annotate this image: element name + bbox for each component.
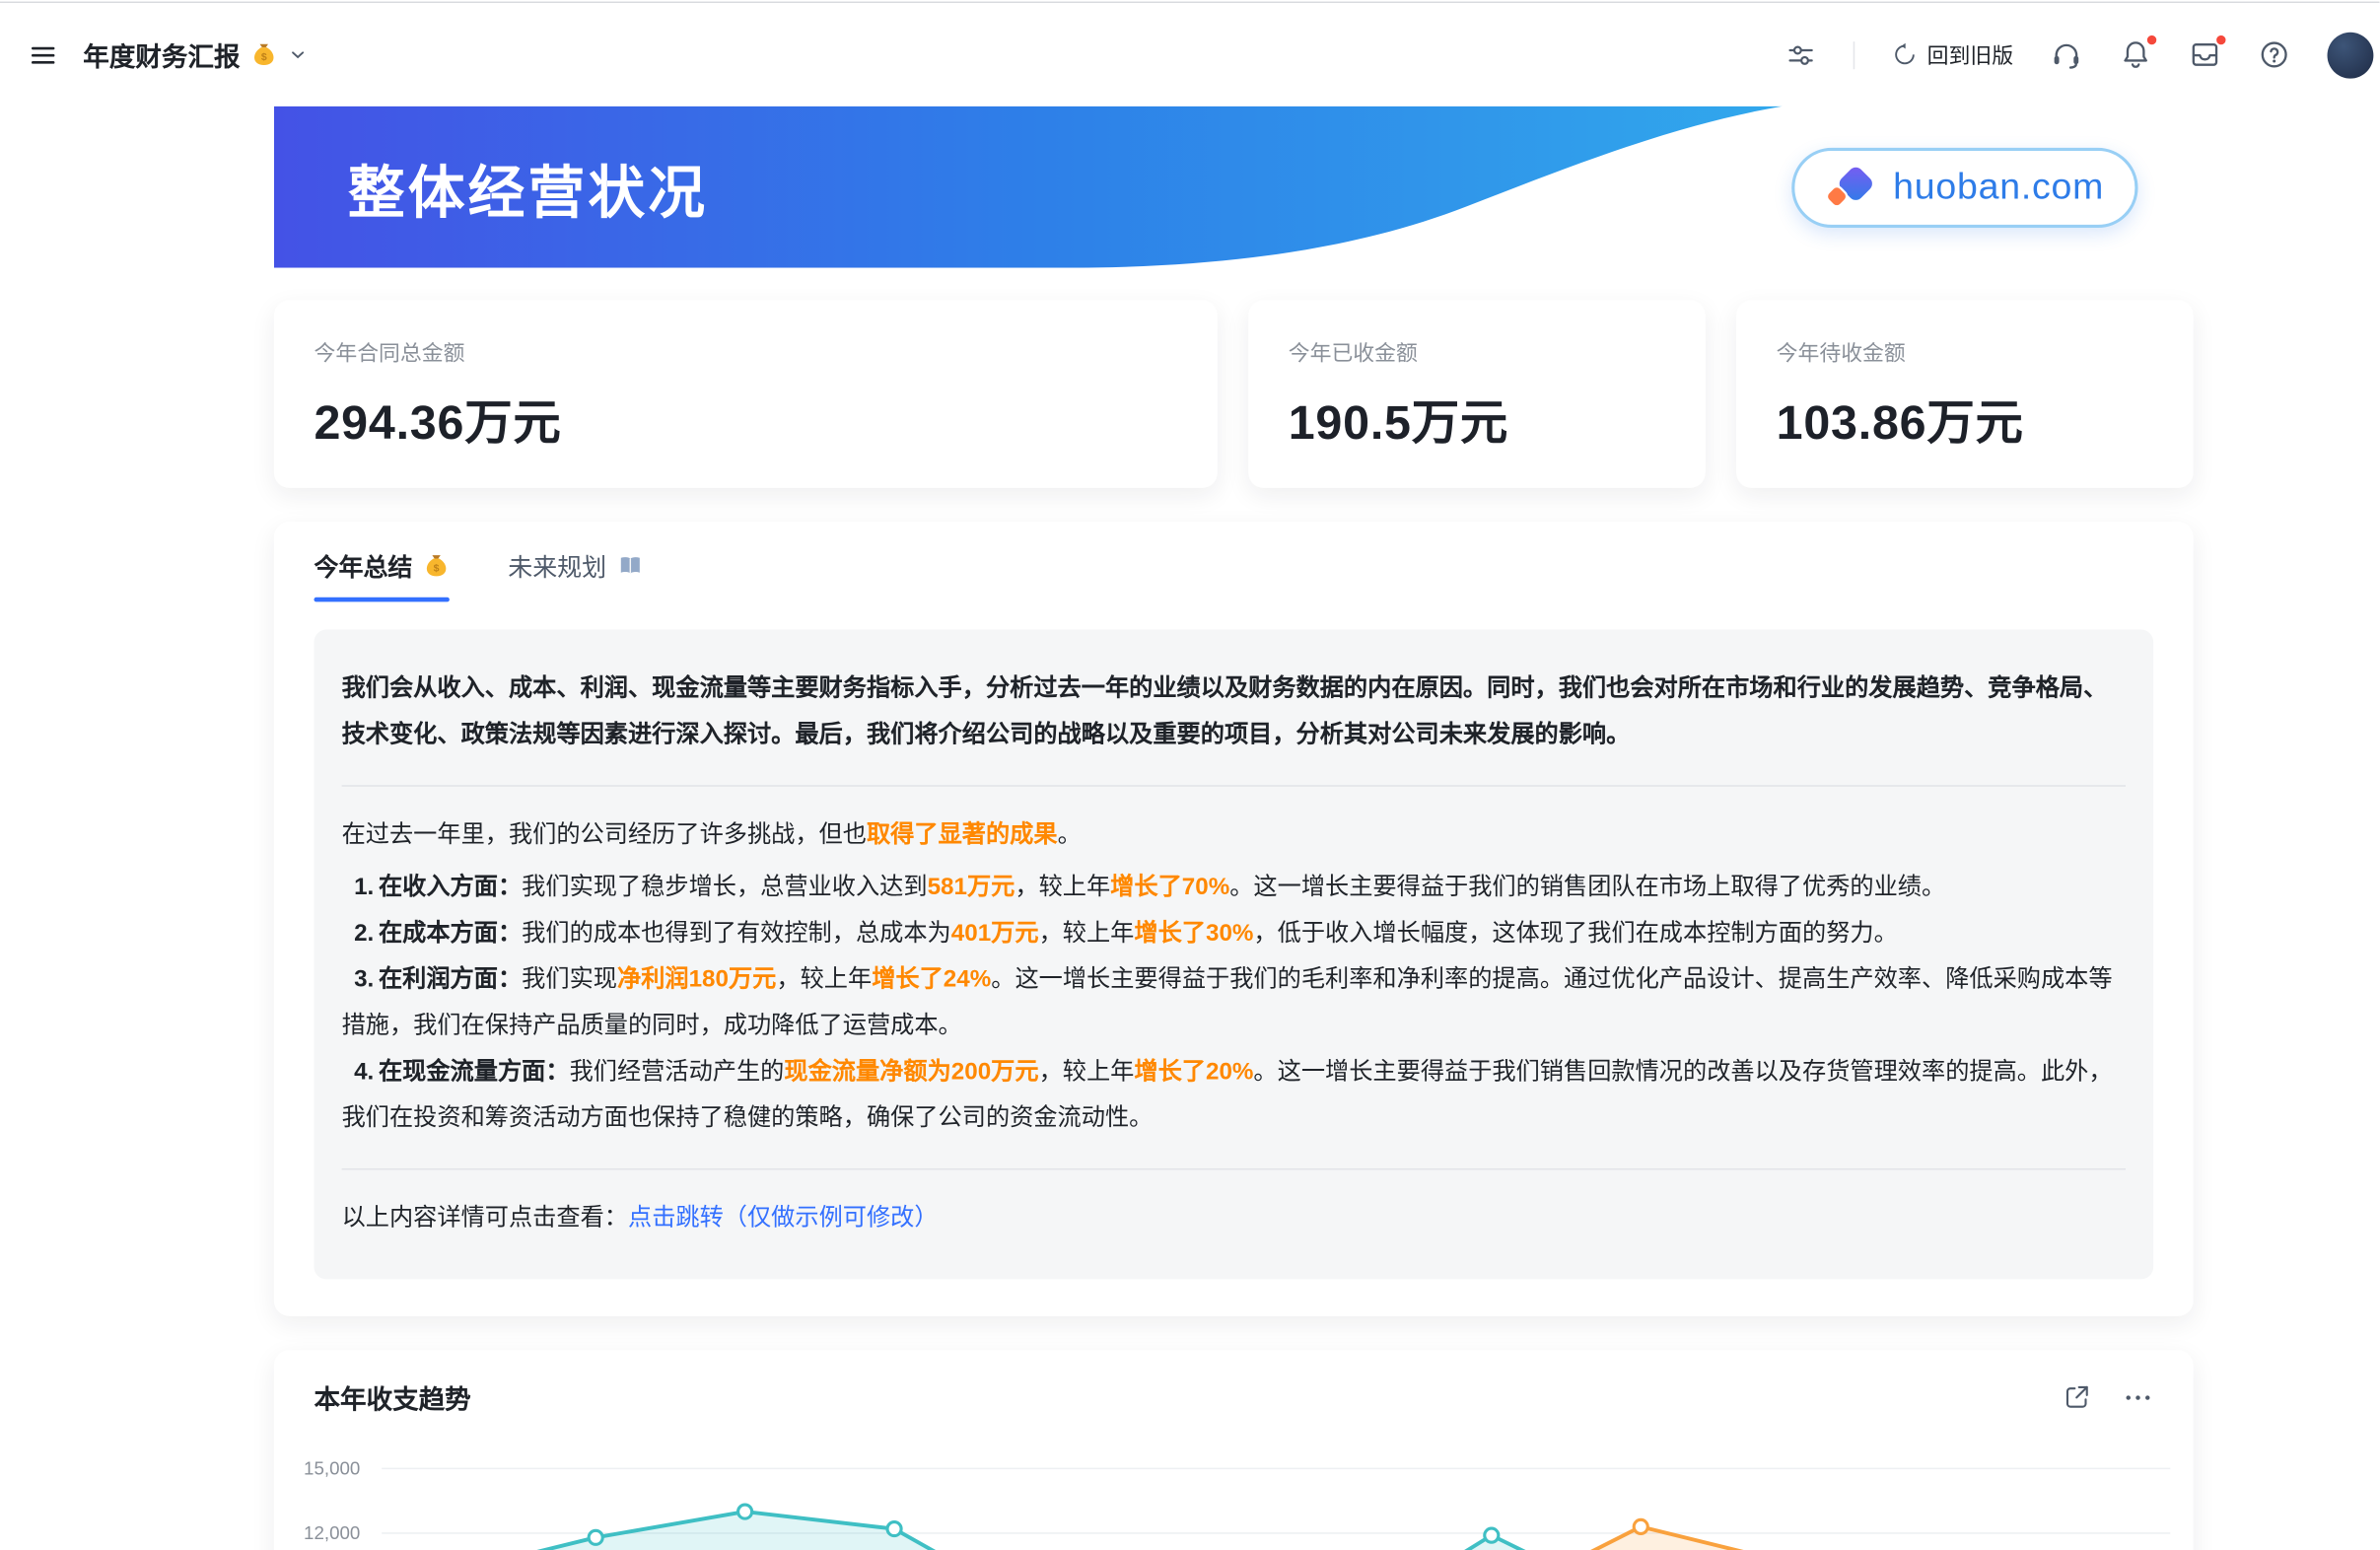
huoban-logo-mark-icon (1825, 163, 1877, 212)
ellipsis-icon (2123, 1381, 2153, 1412)
top-navbar: 年度财务汇报 $ 回到旧版 (0, 3, 2380, 106)
divider (342, 785, 2126, 787)
highlight-text: 增长了24% (872, 966, 991, 993)
main-content: 整体经营状况 huoban.com 今年合同总金额 294.36万元 (274, 106, 2194, 1550)
notification-dot (2215, 34, 2227, 45)
inbox-button[interactable] (2189, 38, 2221, 71)
highlight-text: 现金流量净额为200万元 (784, 1059, 1038, 1086)
hamburger-menu-button[interactable] (28, 39, 58, 70)
summary-list-item: 2.在成本方面：我们的成本也得到了有效控制，总成本为401万元，较上年增长了30… (342, 911, 2126, 957)
notifications-button[interactable] (2120, 38, 2152, 71)
summary-lead: 在过去一年里，我们的公司经历了许多挑战，但也取得了显著的成果。 (342, 812, 2126, 859)
sliders-icon (1785, 39, 1816, 70)
summary-list-item: 3.在利润方面：我们实现净利润180万元，较上年增长了24%。这一增长主要得益于… (342, 957, 2126, 1050)
stat-card-pending: 今年待收金额 103.86万元 (1736, 300, 2194, 487)
screenshot-viewport: 年度财务汇报 $ 回到旧版 (0, 0, 2380, 1550)
highlight-text: 取得了显著的成果 (867, 822, 1058, 849)
summary-card: 今年总结 $ 未来规划 (274, 522, 2194, 1316)
notification-dot (2145, 34, 2157, 45)
highlight-text: 401万元 (951, 921, 1039, 948)
headset-icon (2051, 38, 2083, 71)
summary-footer: 以上内容详情可点击查看：点击跳转（仅做示例可修改） (342, 1196, 2126, 1242)
jump-link[interactable]: 点击跳转（仅做示例可修改） (628, 1205, 939, 1232)
stat-cards-row: 今年合同总金额 294.36万元 今年已收金额 190.5万元 今年待收金额 1… (274, 300, 2194, 487)
banner-title: 整体经营状况 (348, 146, 708, 229)
trend-card-actions (2063, 1381, 2153, 1412)
help-button[interactable] (2258, 38, 2290, 71)
summary-list-item: 4.在现金流量方面：我们经营活动产生的现金流量净额为200万元，较上年增长了20… (342, 1050, 2126, 1143)
divider (342, 1168, 2126, 1170)
tab-bar: 今年总结 $ 未来规划 (274, 522, 2194, 601)
stat-value: 190.5万元 (1289, 384, 1665, 453)
stat-card-received: 今年已收金额 190.5万元 (1248, 300, 1706, 487)
history-arrow-icon (1892, 41, 1919, 68)
trend-title: 本年收支趋势 (314, 1377, 470, 1416)
app-window: 年度财务汇报 $ 回到旧版 (0, 0, 2380, 1550)
stat-label: 今年合同总金额 (314, 337, 1177, 368)
highlight-text: 581万元 (928, 875, 1015, 901)
open-book-icon (617, 552, 644, 579)
huoban-logo-text: huoban.com (1893, 166, 2104, 209)
highlight-text: 净利润180万元 (617, 966, 776, 993)
summary-intro: 我们会从收入、成本、利润、现金流量等主要财务指标入手，分析过去一年的业绩以及财务… (342, 667, 2126, 759)
back-to-old-version-button[interactable]: 回到旧版 (1892, 39, 2013, 70)
svg-text:12,000: 12,000 (304, 1522, 360, 1543)
tab-this-year-summary[interactable]: 今年总结 $ (314, 546, 449, 601)
svg-text:$: $ (261, 51, 267, 63)
stat-value: 294.36万元 (314, 384, 1177, 453)
money-bag-icon: $ (423, 552, 450, 579)
summary-list-item: 1.在收入方面：我们实现了稳步增长，总营业收入达到581万元，较上年增长了70%… (342, 865, 2126, 911)
highlight-text: 增长了30% (1134, 921, 1253, 948)
view-settings-button[interactable] (1785, 39, 1816, 70)
avatar[interactable] (2328, 32, 2374, 78)
stat-label: 今年待收金额 (1777, 337, 2153, 368)
highlight-text: 增长了70% (1110, 875, 1229, 901)
huoban-logo: huoban.com (1791, 147, 2137, 227)
more-options-button[interactable] (2123, 1381, 2153, 1412)
trend-chart: 15,00012,0009,000 (274, 1426, 2194, 1550)
question-circle-icon (2258, 38, 2290, 71)
stat-card-contract-total: 今年合同总金额 294.36万元 (274, 300, 1218, 487)
chevron-down-icon (288, 44, 308, 64)
banner: 整体经营状况 huoban.com (274, 106, 2194, 268)
open-in-new-icon (2063, 1382, 2092, 1412)
tab-label: 未来规划 (508, 546, 606, 583)
highlight-text: 增长了20% (1134, 1059, 1253, 1086)
trend-card-header: 本年收支趋势 (274, 1377, 2194, 1416)
support-button[interactable] (2051, 38, 2083, 71)
page-title-group[interactable]: 年度财务汇报 $ (83, 35, 308, 74)
svg-text:$: $ (434, 561, 440, 573)
stat-value: 103.86万元 (1777, 384, 2153, 453)
summary-panel: 我们会从收入、成本、利润、现金流量等主要财务指标入手，分析过去一年的业绩以及财务… (314, 630, 2153, 1280)
hamburger-icon (28, 39, 58, 70)
tab-future-plan[interactable]: 未来规划 (508, 546, 643, 601)
stat-label: 今年已收金额 (1289, 337, 1665, 368)
svg-text:15,000: 15,000 (304, 1458, 360, 1479)
navbar-actions: 回到旧版 (1785, 32, 2352, 78)
divider (1854, 40, 1855, 68)
tab-label: 今年总结 (314, 546, 412, 583)
trend-card: 本年收支趋势 15,00012,0009,000 (274, 1350, 2194, 1550)
active-tab-underline (314, 598, 449, 602)
back-to-old-version-label: 回到旧版 (1927, 39, 2013, 70)
money-bag-icon: $ (250, 41, 277, 68)
export-button[interactable] (2063, 1382, 2092, 1412)
page-title: 年度财务汇报 (83, 35, 240, 74)
